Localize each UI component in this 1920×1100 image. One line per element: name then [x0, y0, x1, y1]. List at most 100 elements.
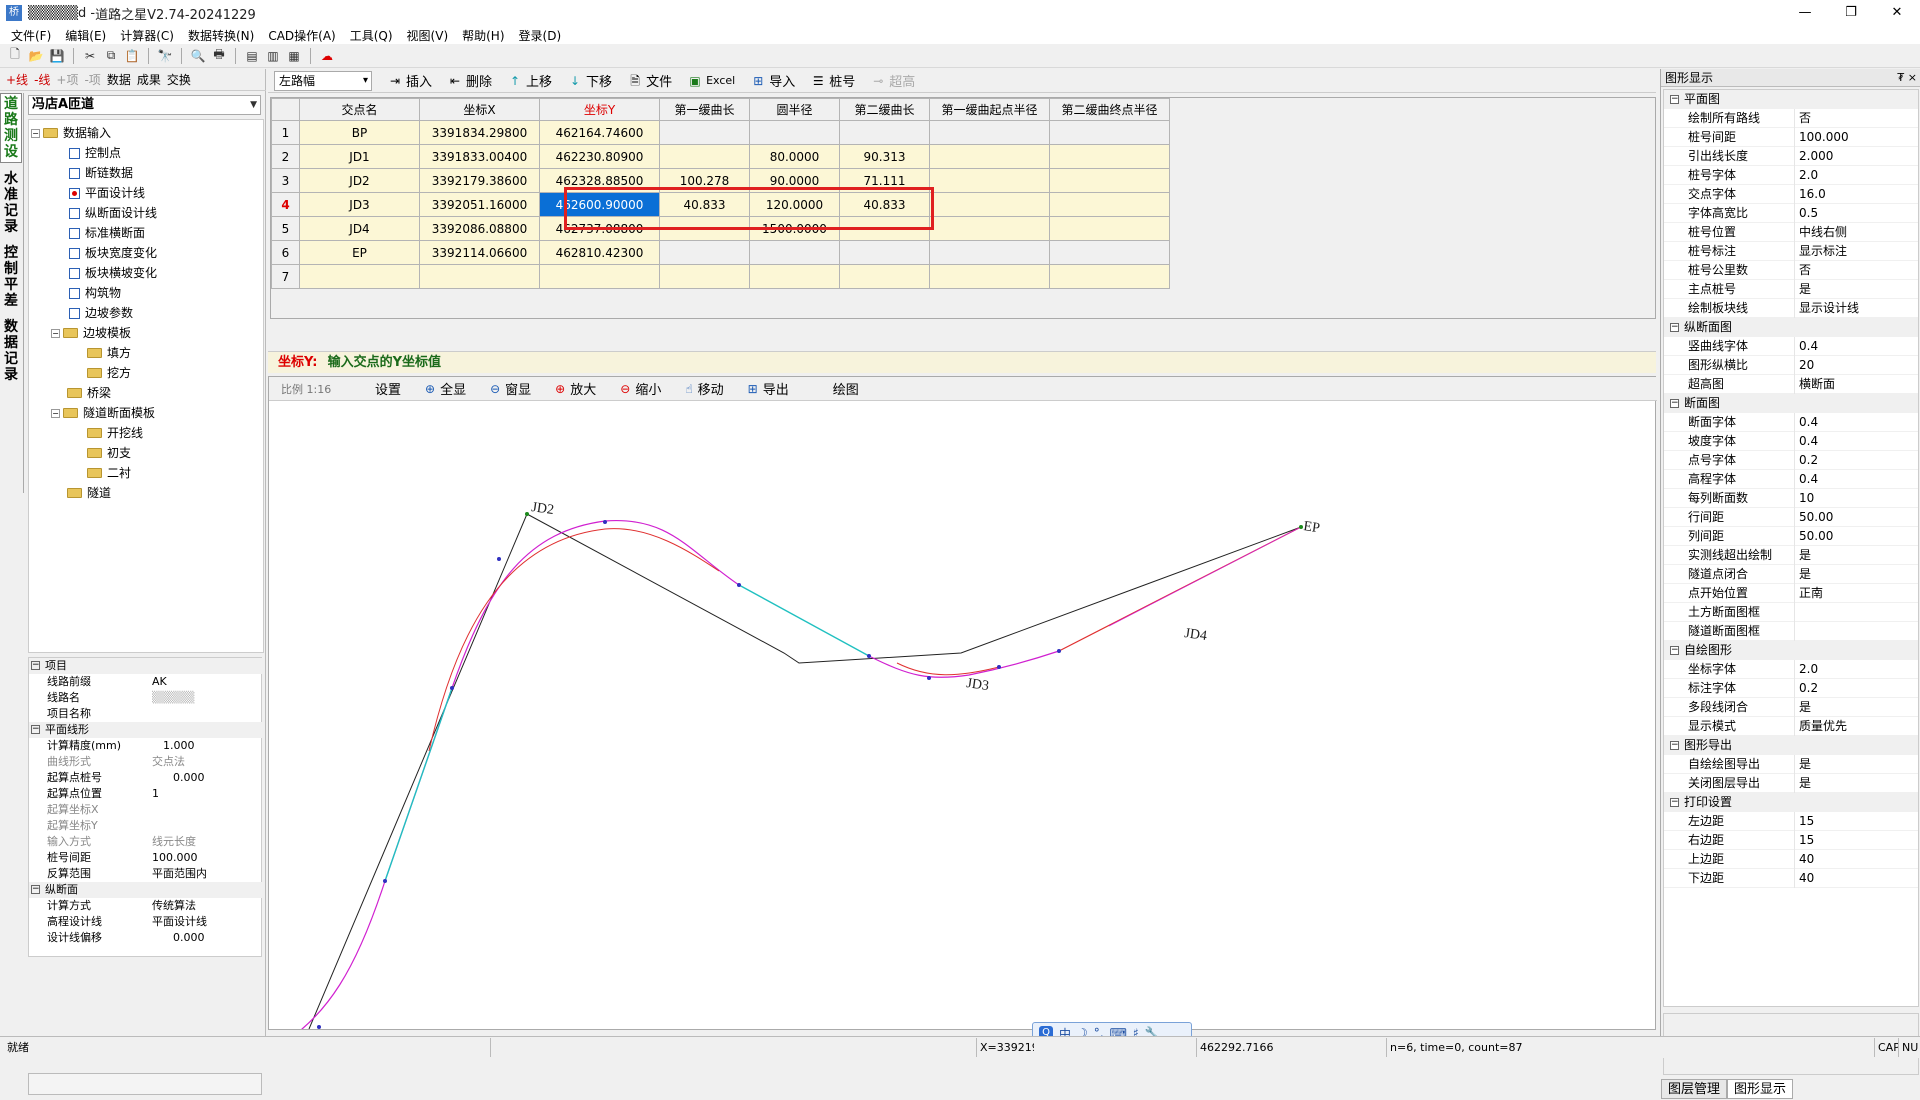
- checkbox-icon[interactable]: [69, 167, 80, 179]
- prop-value[interactable]: 质量优先: [1799, 717, 1847, 736]
- route-select[interactable]: 冯店A匝道 ▼: [28, 95, 261, 115]
- tree-node-bridge[interactable]: 桥梁: [67, 384, 111, 402]
- prop-row[interactable]: 项目名称: [29, 706, 263, 722]
- prop-value[interactable]: 16.0: [1799, 185, 1826, 204]
- prop-value[interactable]: 交点法: [149, 754, 263, 770]
- checkbox-icon[interactable]: [69, 187, 80, 199]
- delete-item-button[interactable]: -项: [84, 71, 100, 88]
- prop-row[interactable]: 隧道断面图框: [1664, 622, 1918, 641]
- table-cell[interactable]: 3392114.06600: [419, 240, 540, 265]
- menu-edit[interactable]: 编辑(E): [58, 27, 113, 44]
- column-header[interactable]: 第二缓曲终点半径: [1049, 98, 1170, 121]
- prop-row[interactable]: 输入方式 线元长度: [29, 834, 263, 850]
- prop-value[interactable]: 线元长度: [149, 834, 263, 850]
- prop-value[interactable]: 是: [1799, 755, 1811, 774]
- collapse-icon[interactable]: −: [31, 885, 40, 894]
- vtab-control-adjust[interactable]: 控制平差: [0, 243, 22, 311]
- data-button[interactable]: 数据: [107, 71, 131, 88]
- table-cell[interactable]: EP: [299, 240, 420, 265]
- tab-layer-management[interactable]: 图层管理: [1661, 1079, 1728, 1099]
- prop-row[interactable]: 坡度字体 0.4: [1664, 432, 1918, 451]
- prop-value[interactable]: 中线右侧: [1799, 223, 1847, 242]
- table-cell[interactable]: BP: [299, 120, 420, 145]
- maximize-button[interactable]: ❐: [1828, 0, 1874, 26]
- menu-tools[interactable]: 工具(Q): [343, 27, 400, 44]
- open-folder-icon[interactable]: 📂: [27, 47, 45, 65]
- collapse-icon[interactable]: −: [1670, 95, 1679, 104]
- tree-item-width-change[interactable]: 板块宽度变化: [69, 244, 157, 262]
- prop-row[interactable]: 多段线闭合 是: [1664, 698, 1918, 717]
- column-header[interactable]: 第二缓曲长: [839, 98, 930, 121]
- checkbox-icon[interactable]: [69, 227, 80, 239]
- prop-row[interactable]: 高程设计线 平面设计线: [29, 914, 263, 930]
- vtab-level-record[interactable]: 水准记录: [0, 169, 22, 237]
- table-cell[interactable]: [749, 264, 840, 289]
- table-cell[interactable]: [749, 120, 840, 145]
- menu-cad[interactable]: CAD操作(A): [261, 27, 342, 44]
- add-item-button[interactable]: +项: [56, 71, 78, 88]
- prop-value[interactable]: 1: [149, 786, 263, 802]
- table-cell[interactable]: [419, 264, 540, 289]
- prop-group[interactable]: − 纵断面图: [1664, 318, 1918, 337]
- table-cell[interactable]: [1049, 144, 1170, 169]
- prop-value[interactable]: 否: [1799, 261, 1811, 280]
- tree-node-tunnel-template[interactable]: − 隧道断面模板: [51, 404, 155, 422]
- prop-value[interactable]: 正南: [1799, 584, 1823, 603]
- prop-group-plan[interactable]: − 平面线形: [29, 722, 263, 738]
- prop-row[interactable]: 超高图 横断面: [1664, 375, 1918, 394]
- tree-item-chain-break[interactable]: 断链数据: [69, 164, 133, 182]
- tree-item-control-points[interactable]: 控制点: [69, 144, 121, 162]
- prop-value[interactable]: 横断面: [1799, 375, 1835, 394]
- prop-row[interactable]: 设计线偏移 0.000: [29, 930, 263, 946]
- alignment-drawing[interactable]: JD2 JD3 JD4 EP: [269, 401, 1655, 1029]
- collapse-icon[interactable]: −: [1670, 741, 1679, 750]
- layout-top-icon[interactable]: ▦: [285, 47, 303, 65]
- table-cell[interactable]: [929, 192, 1050, 217]
- save-icon[interactable]: 💾: [48, 47, 66, 65]
- prop-group[interactable]: − 平面图: [1664, 90, 1918, 109]
- prop-value[interactable]: 2.0: [1799, 166, 1818, 185]
- table-cell[interactable]: 3392051.16000: [419, 192, 540, 217]
- table-cell[interactable]: [1049, 264, 1170, 289]
- prop-group[interactable]: − 打印设置: [1664, 793, 1918, 812]
- prop-row[interactable]: 桩号公里数 否: [1664, 261, 1918, 280]
- prop-row[interactable]: 隧道点闭合 是: [1664, 565, 1918, 584]
- prop-value[interactable]: 是: [1799, 546, 1811, 565]
- zoom-out-button[interactable]: ⊖ 缩小: [620, 379, 661, 399]
- tab-graphics-display[interactable]: 图形显示: [1727, 1079, 1794, 1099]
- prop-value[interactable]: 1.000: [149, 738, 263, 754]
- prop-row[interactable]: 桩号间距 100.000: [1664, 128, 1918, 147]
- prop-value[interactable]: 传统算法: [149, 898, 263, 914]
- prop-row[interactable]: 起算点位置 1: [29, 786, 263, 802]
- tree-item-cross-section[interactable]: 标准横断面: [69, 224, 145, 242]
- prop-row[interactable]: 标注字体 0.2: [1664, 679, 1918, 698]
- prop-group-project[interactable]: − 项目: [29, 658, 263, 674]
- result-button[interactable]: 成果: [137, 71, 161, 88]
- table-cell[interactable]: [1049, 192, 1170, 217]
- prop-row[interactable]: 计算方式 传统算法: [29, 898, 263, 914]
- tree-node-cut[interactable]: 挖方: [87, 364, 131, 382]
- table-cell[interactable]: 3391833.00400: [419, 144, 540, 169]
- zoom-extents-button[interactable]: ⊕ 全显: [425, 379, 466, 399]
- table-cell[interactable]: [1049, 216, 1170, 241]
- collapse-icon[interactable]: −: [51, 328, 60, 338]
- file-button[interactable]: 🗎 文件: [628, 71, 672, 91]
- settings-button[interactable]: 设置: [375, 379, 401, 398]
- prop-row[interactable]: 自绘绘图导出 是: [1664, 755, 1918, 774]
- prop-value[interactable]: 0.2: [1799, 451, 1818, 470]
- delete-line-button[interactable]: -线: [34, 71, 50, 88]
- collapse-icon[interactable]: −: [1670, 399, 1679, 408]
- table-cell[interactable]: [659, 120, 750, 145]
- row-number[interactable]: 1: [271, 120, 300, 145]
- checkbox-icon[interactable]: [69, 247, 80, 259]
- tree-node-secondary-lining[interactable]: 二衬: [87, 464, 131, 482]
- prop-row[interactable]: 关闭图层导出 是: [1664, 774, 1918, 793]
- prop-row[interactable]: 点号字体 0.2: [1664, 451, 1918, 470]
- checkbox-icon[interactable]: [69, 147, 80, 159]
- collapse-icon[interactable]: −: [51, 408, 60, 418]
- menu-view[interactable]: 视图(V): [400, 27, 456, 44]
- prop-row[interactable]: 竖曲线字体 0.4: [1664, 337, 1918, 356]
- prop-row[interactable]: 起算点桩号 0.000: [29, 770, 263, 786]
- exchange-button[interactable]: 交换: [167, 71, 191, 88]
- collapse-icon[interactable]: −: [31, 725, 40, 734]
